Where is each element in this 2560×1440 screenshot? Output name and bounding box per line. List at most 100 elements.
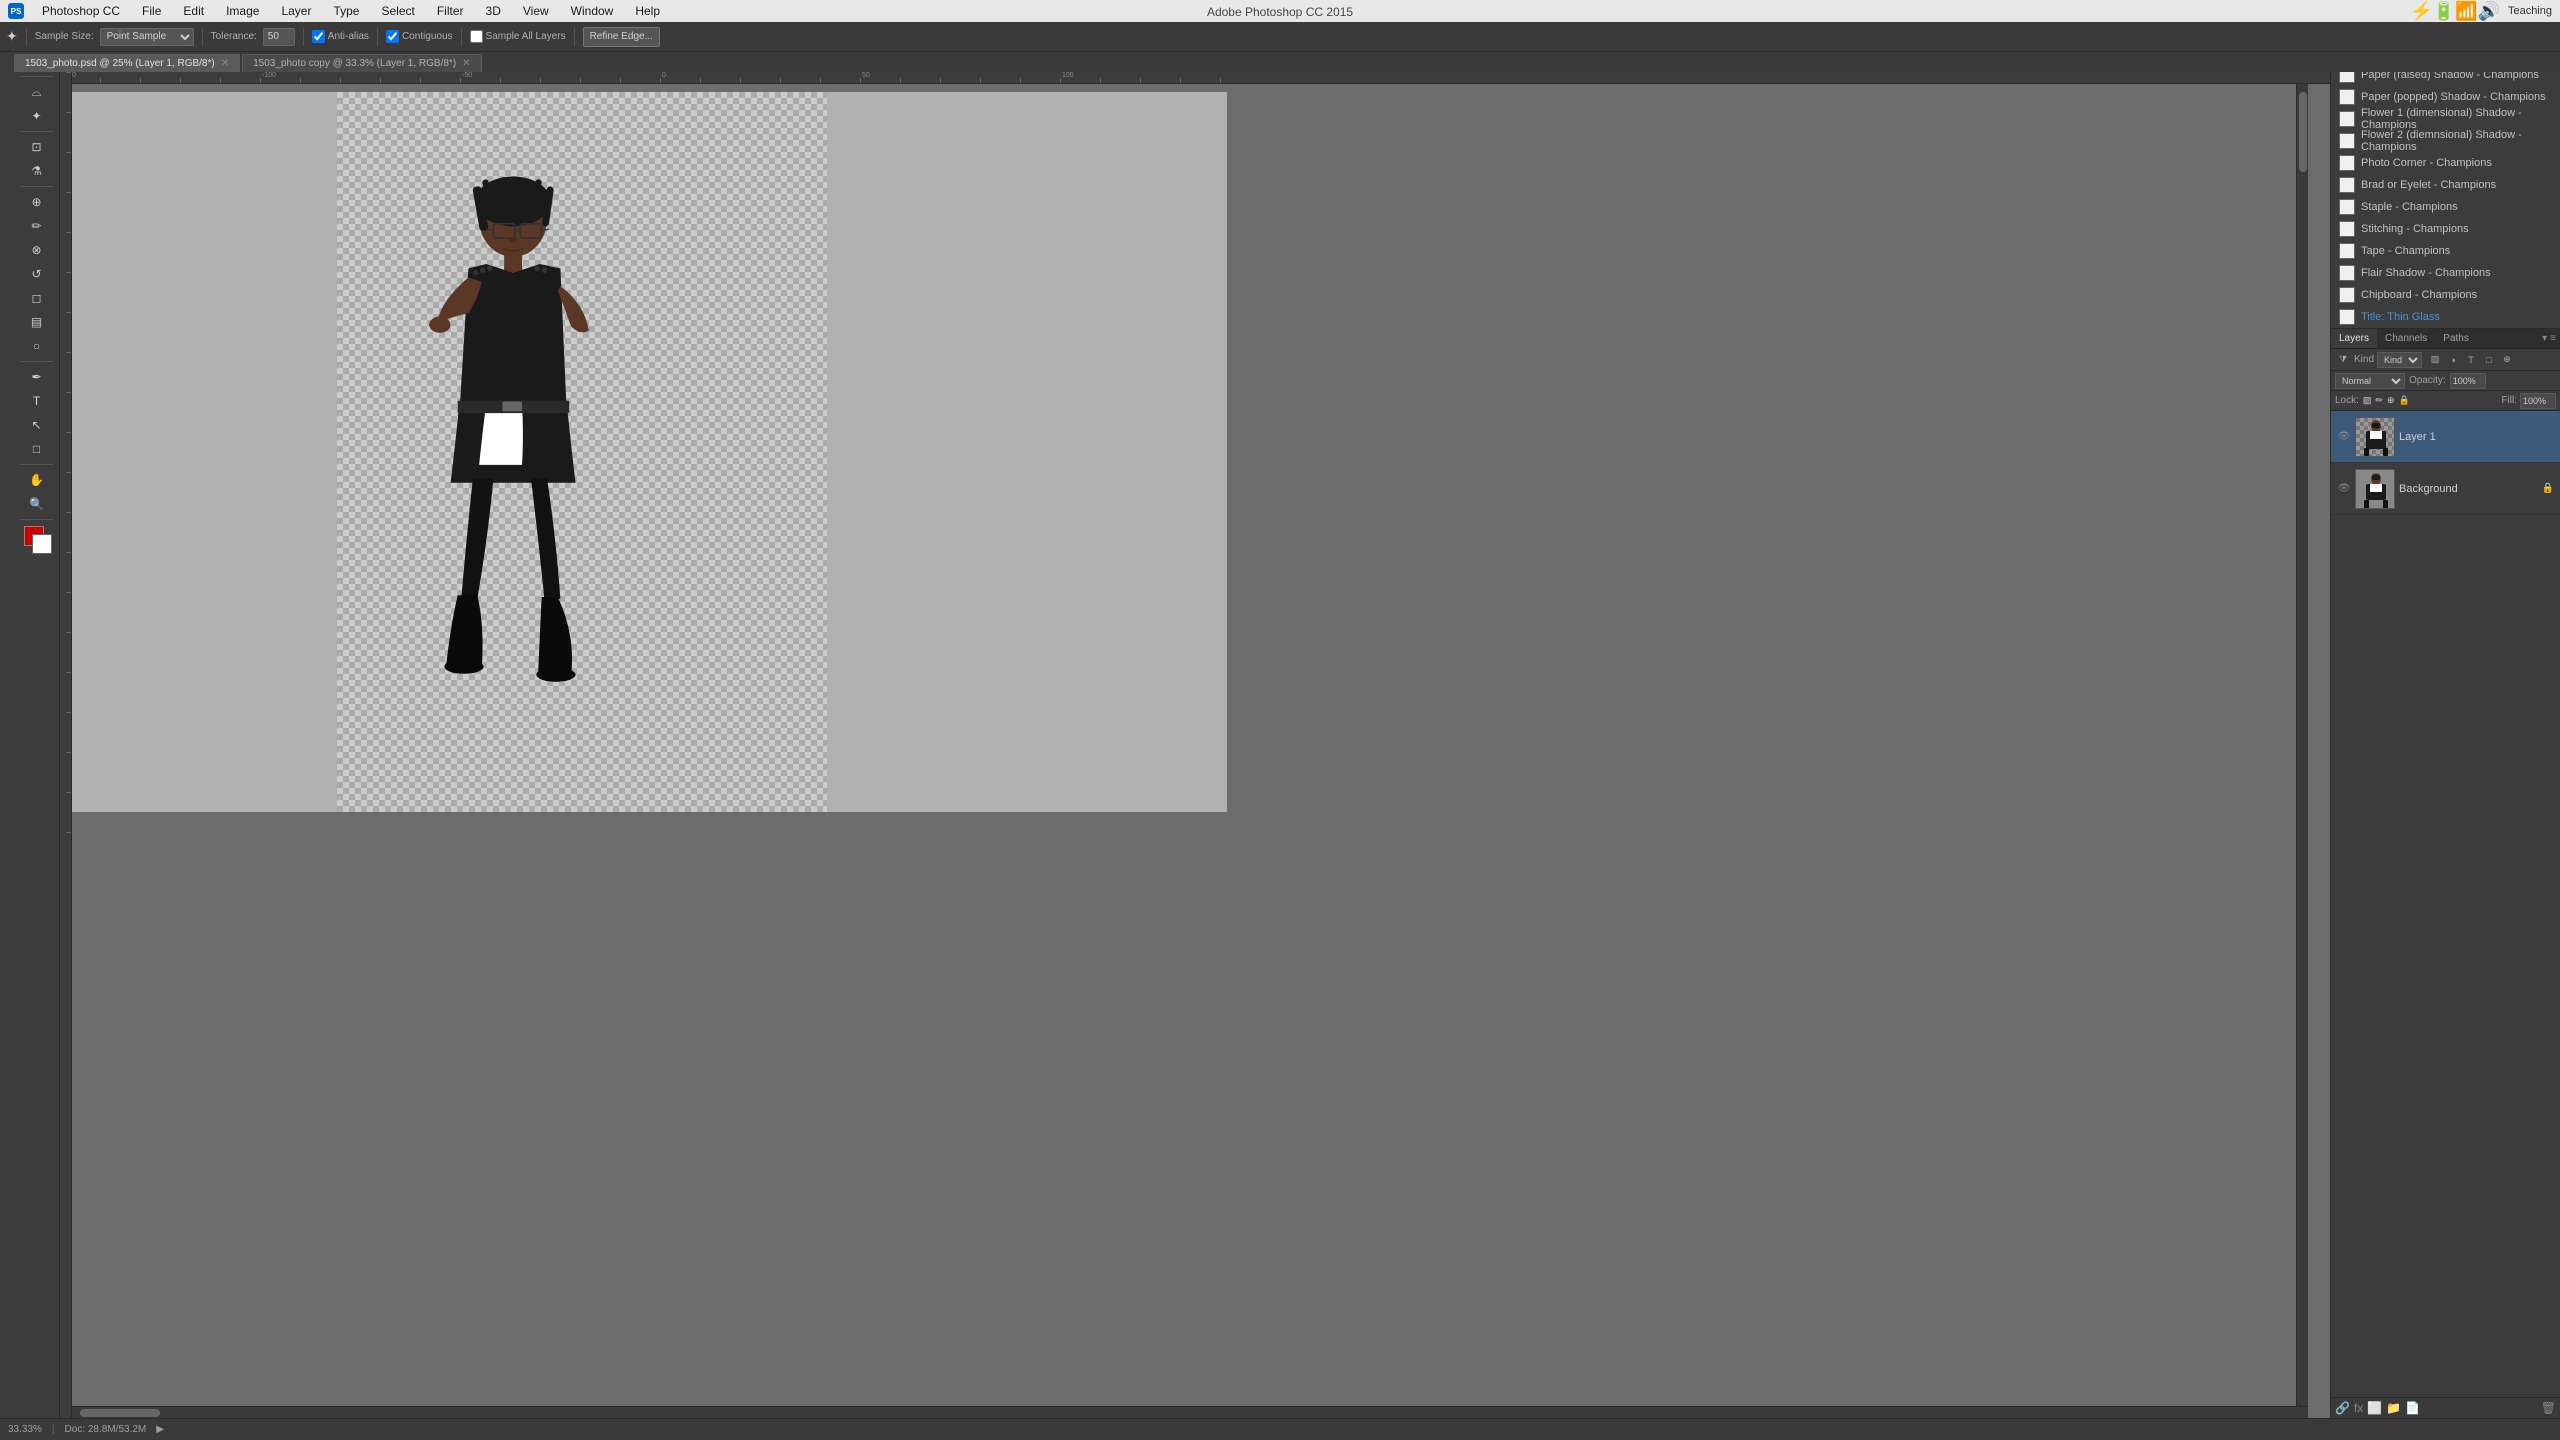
layers-menu-icon[interactable]: ≡ [2550,333,2556,344]
style-item-6[interactable]: Brad or Eyelet - Champions [2331,174,2560,196]
lock-transparent-icon[interactable]: ▨ [2363,395,2372,406]
tool-lasso[interactable]: ⌓ [26,81,48,103]
tool-type[interactable]: T [26,390,48,412]
sample-all-checkbox[interactable] [470,30,483,43]
menu-type[interactable]: Type [329,2,363,20]
opacity-label: Opacity: [2409,375,2446,386]
style-item-5[interactable]: Photo Corner - Champions [2331,152,2560,174]
lock-pixels-icon[interactable]: ✏ [2375,395,2383,406]
tab-2-close[interactable]: ✕ [462,58,470,69]
background-visibility-eye[interactable]: 👁 [2337,482,2351,496]
menu-file[interactable]: File [138,2,165,20]
tool-path-selection[interactable]: ↖ [26,414,48,436]
tool-brush[interactable]: ✏ [26,215,48,237]
lock-position-icon[interactable]: ⊕ [2387,395,2395,406]
layers-tab-layers[interactable]: Layers [2331,329,2377,348]
add-style-icon[interactable]: fx [2354,1401,2363,1415]
filter-pixel-icon[interactable]: ▨ [2427,352,2443,368]
fill-input[interactable] [2520,393,2556,409]
style-item-7[interactable]: Staple - Champions [2331,196,2560,218]
lock-label: Lock: [2335,395,2359,406]
filter-adjust-icon[interactable]: ◑ [2445,352,2461,368]
tool-eyedropper[interactable]: ⚗ [26,160,48,182]
style-item-4[interactable]: Flower 2 (diemnsional) Shadow - Champion… [2331,130,2560,152]
new-layer-icon[interactable]: 📄 [2405,1401,2420,1415]
style-item-8[interactable]: Stitching - Champions [2331,218,2560,240]
horizontal-scrollbar[interactable] [60,1406,2308,1418]
add-mask-icon[interactable]: ⬜ [2367,1401,2382,1415]
tool-hand[interactable]: ✋ [26,469,48,491]
menu-3d[interactable]: 3D [482,2,505,20]
style-item-10[interactable]: Flair Shadow - Champions [2331,262,2560,284]
style-preview-11 [2339,287,2355,303]
filter-smart-icon[interactable]: ⊕ [2499,352,2515,368]
tolerance-input[interactable] [263,28,295,46]
tool-zoom[interactable]: 🔍 [26,493,48,515]
style-label-4: Flower 2 (diemnsional) Shadow - Champion… [2361,129,2552,153]
tool-stamp[interactable]: ⊗ [26,239,48,261]
menu-window[interactable]: Window [567,2,618,20]
tool-magic-wand[interactable]: ✦ [26,105,48,127]
style-preview-6 [2339,177,2355,193]
vertical-scrollbar[interactable] [2296,72,2308,1406]
anti-alias-checkbox[interactable] [312,30,325,43]
tool-dodge[interactable]: ○ [26,335,48,357]
tool-gradient[interactable]: ▤ [26,311,48,333]
layers-tab-channels[interactable]: Channels [2377,329,2435,348]
sample-size-select[interactable]: Point Sample 3 by 3 Average 5 by 5 Avera… [100,28,194,46]
scroll-thumb-h[interactable] [80,1409,160,1417]
layer-1-thumbnail [2355,417,2395,457]
layer-row-1[interactable]: 👁 [2331,411,2560,463]
tab-2[interactable]: 1503_photo copy @ 33.3% (Layer 1, RGB/8*… [242,54,481,72]
layer-1-visibility-eye[interactable]: 👁 [2337,430,2351,444]
style-label-2: Paper (popped) Shadow - Champions [2361,91,2546,103]
new-group-icon[interactable]: 📁 [2386,1401,2401,1415]
tool-eraser[interactable]: ◻ [26,287,48,309]
tool-history-brush[interactable]: ↺ [26,263,48,285]
filter-shape-icon[interactable]: □ [2481,352,2497,368]
style-preview-7 [2339,199,2355,215]
style-item-12[interactable]: Title: Thin Glass [2331,306,2560,328]
photoshop-canvas[interactable] [337,92,827,812]
refine-edge-button[interactable]: Refine Edge... [583,27,660,47]
contiguous-checkbox[interactable] [386,30,399,43]
tool-healing[interactable]: ⊕ [26,191,48,213]
menu-filter[interactable]: Filter [433,2,468,20]
foreground-background-colors[interactable] [24,526,50,552]
style-preview-12 [2339,309,2355,325]
scroll-thumb-v[interactable] [2299,92,2307,172]
add-link-icon[interactable]: 🔗 [2335,1401,2350,1415]
tool-crop[interactable]: ⊡ [26,136,48,158]
opacity-input[interactable] [2450,373,2486,389]
style-item-9[interactable]: Tape - Champions [2331,240,2560,262]
status-arrow[interactable]: ▶ [156,1424,164,1435]
layers-panel-controls: ▾ ≡ [2542,329,2560,348]
layer-row-background[interactable]: 👁 Background 🔒 [2331,463,2560,515]
tool-shape[interactable]: □ [26,438,48,460]
menu-view[interactable]: View [519,2,553,20]
lock-all-icon[interactable]: 🔒 [2399,395,2410,406]
background-color[interactable] [32,534,52,554]
tab-1[interactable]: 1503_photo.psd @ 25% (Layer 1, RGB/8*) ✕ [14,54,240,72]
delete-layer-icon[interactable]: 🗑 [2541,1401,2556,1415]
filter-type-icon[interactable]: T [2463,352,2479,368]
tab-1-close[interactable]: ✕ [221,58,229,69]
layers-collapse-icon[interactable]: ▾ [2542,333,2547,344]
menu-photoshop[interactable]: Photoshop CC [38,2,124,20]
menu-select[interactable]: Select [377,2,418,20]
kind-select[interactable]: Kind [2377,352,2422,368]
blend-mode-select[interactable]: Normal Multiply Screen [2335,373,2405,389]
menu-edit[interactable]: Edit [179,2,208,20]
tolerance-label: Tolerance: [211,31,257,42]
status-bar: 33.33% | Doc: 28.8M/53.2M ▶ [0,1418,2560,1440]
layers-tab-paths[interactable]: Paths [2435,329,2477,348]
fill-label: Fill: [2501,395,2517,406]
menu-layer[interactable]: Layer [277,2,315,20]
style-item-3[interactable]: Flower 1 (dimensional) Shadow - Champion… [2331,108,2560,130]
canvas-content[interactable] [72,84,2330,1418]
tool-pen[interactable]: ✒ [26,366,48,388]
menu-image[interactable]: Image [222,2,263,20]
style-item-11[interactable]: Chipboard - Champions [2331,284,2560,306]
menu-help[interactable]: Help [631,2,664,20]
style-item-2[interactable]: Paper (popped) Shadow - Champions [2331,86,2560,108]
